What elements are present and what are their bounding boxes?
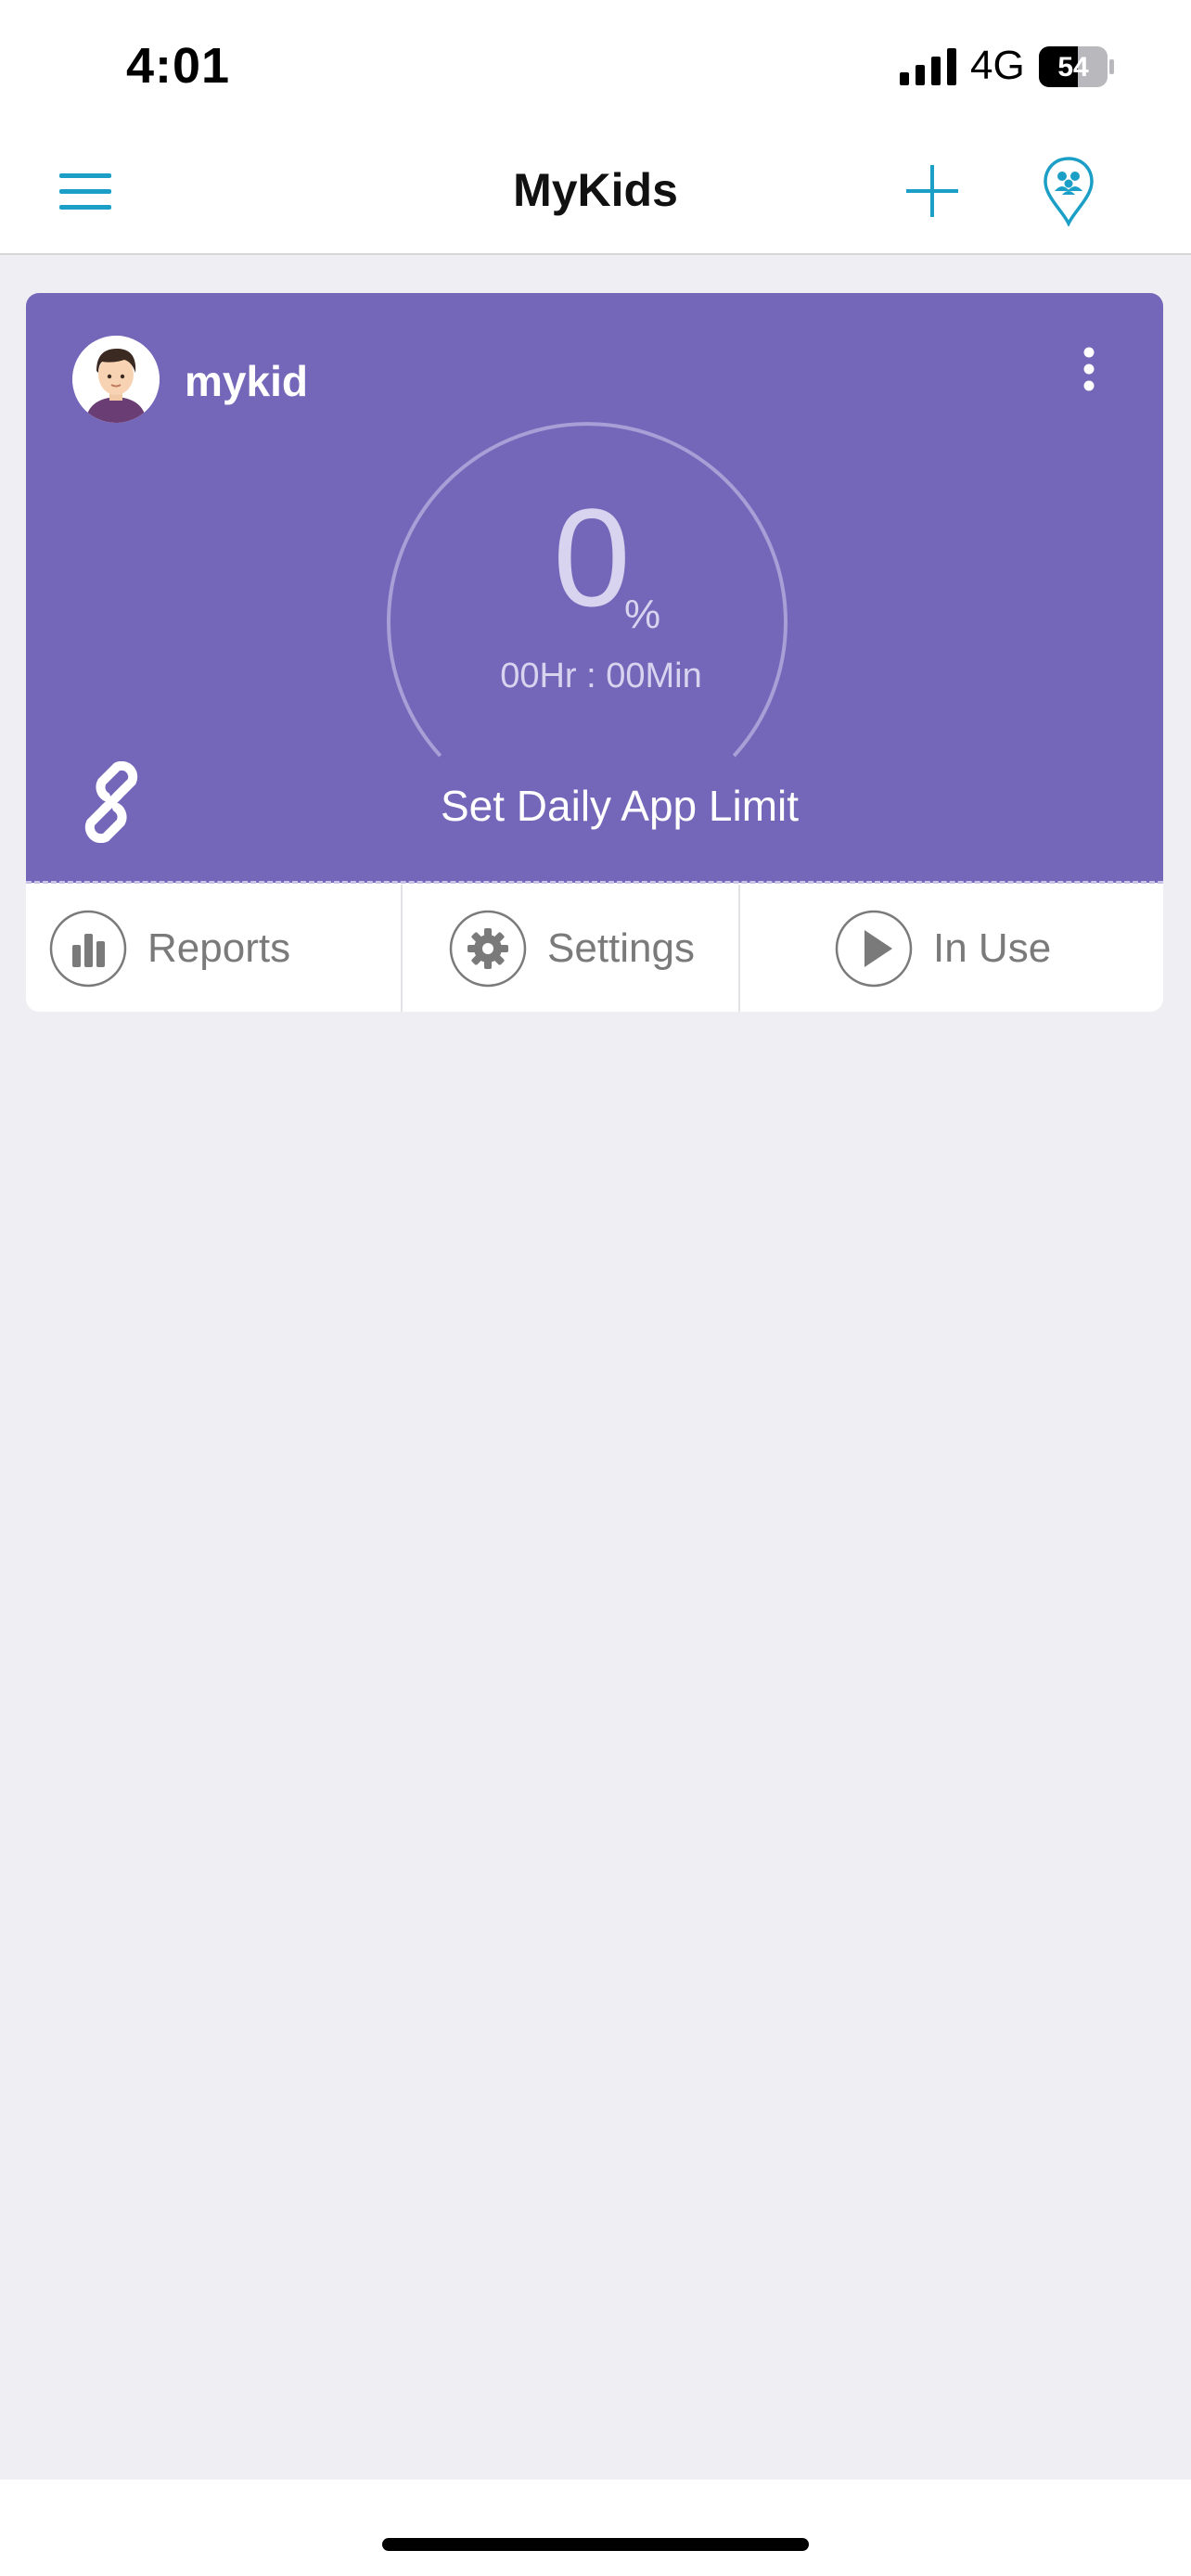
in-use-label: In Use — [933, 925, 1052, 971]
add-kid-plus-icon[interactable] — [904, 163, 960, 219]
reports-button[interactable]: Reports — [26, 885, 403, 1012]
family-location-pin-icon[interactable] — [1043, 156, 1095, 226]
boy-avatar-icon — [72, 336, 160, 423]
play-icon — [835, 910, 913, 987]
battery-icon: 54 — [1039, 46, 1114, 87]
usage-time: 00Hr : 00Min — [500, 657, 702, 695]
kid-card: mykid 0 % 00Hr : 00Min Set Daily App Lim… — [26, 293, 1163, 1012]
kid-avatar[interactable] — [72, 336, 160, 423]
set-daily-app-limit-link[interactable]: Set Daily App Limit — [304, 781, 935, 831]
in-use-button[interactable]: In Use — [740, 885, 1163, 1012]
battery-level: 54 — [1057, 52, 1089, 83]
bar-chart-icon — [49, 910, 127, 987]
percent-sign: % — [624, 592, 661, 637]
settings-button[interactable]: Settings — [403, 885, 740, 1012]
more-options-icon[interactable] — [1080, 345, 1098, 401]
settings-label: Settings — [547, 925, 695, 971]
kid-name[interactable]: mykid — [185, 356, 308, 406]
card-divider — [26, 881, 1163, 884]
gear-icon — [449, 910, 527, 987]
bottom-safe-area — [0, 2480, 1191, 2576]
chain-link-icon[interactable] — [70, 761, 152, 843]
reports-label: Reports — [147, 925, 291, 971]
cellular-signal-icon — [900, 48, 956, 85]
home-indicator[interactable] — [382, 2538, 809, 2551]
network-type: 4G — [970, 43, 1025, 88]
status-time: 4:01 — [126, 38, 231, 94]
page-title: MyKids — [513, 164, 678, 216]
